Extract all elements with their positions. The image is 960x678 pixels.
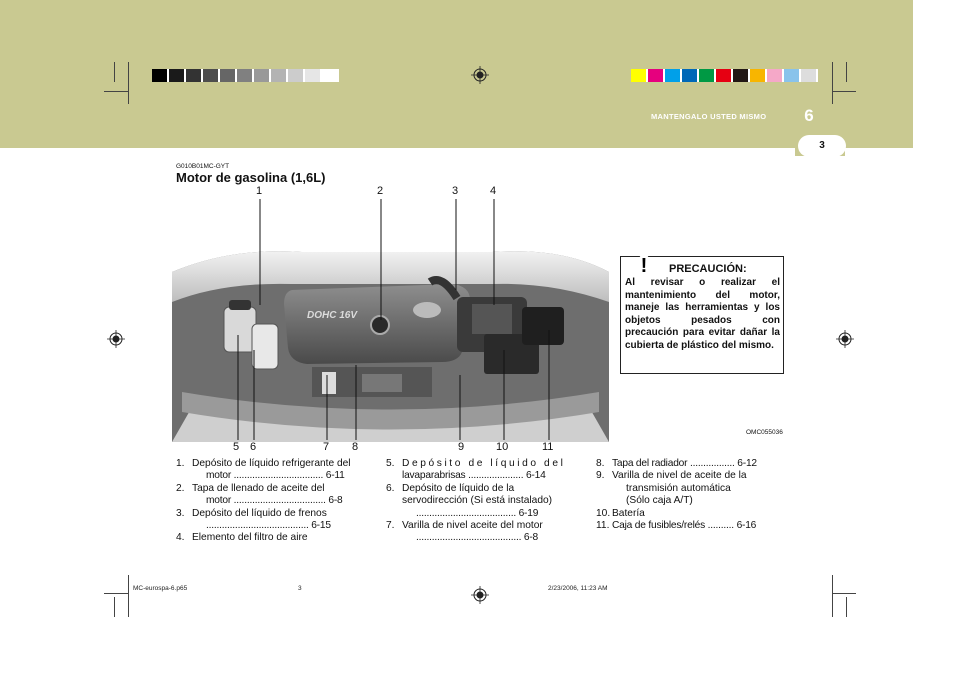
list-item: 1. Depósito de líquido refrigerante del mo… — [176, 458, 351, 482]
callout-label: 1 — [256, 185, 263, 197]
footer-filename: MC-eurospa-6.p65 — [133, 585, 188, 592]
list-item: 10. Batería — [596, 507, 645, 519]
list-item: 6. Depósito de líquido de la servodirecció… — [386, 482, 553, 507]
callout-label: 11 — [542, 441, 554, 453]
caution-title: PRECAUCIÓN: — [669, 263, 747, 275]
callout-label: 6 — [250, 441, 257, 453]
callout-label: 10 — [496, 441, 509, 453]
callout-label: 8 — [352, 441, 359, 453]
list-item: 3. Depósito del líquido de frenos........… — [176, 507, 331, 532]
callout-label: 2 — [377, 185, 384, 197]
footer-page: 3 — [298, 585, 302, 592]
svg-text:!: ! — [641, 255, 648, 277]
footer-date: 2/23/2006, 11:23 AM — [548, 585, 608, 592]
parts-list-column-1: 1. Depósito de líquido refrigerante del mo… — [176, 458, 372, 545]
image-reference: OMC055036 — [746, 429, 783, 436]
callout-label: 7 — [323, 441, 330, 453]
caution-box: ! PRECAUCIÓN: Al revisar o realizar el m… — [620, 250, 784, 374]
list-item: (Sólo caja A/T) — [626, 495, 693, 507]
callout-label: 5 — [233, 441, 240, 453]
list-item: 5. Depósito de líquido del lavaparabrisas … — [386, 458, 566, 482]
caution-text: Al revisar o realizar el mantenimiento d… — [625, 277, 780, 351]
list-item: 11. Caja de fusibles/relés .......... 6-1… — [596, 520, 757, 532]
list-item: ...................................... 6… — [416, 507, 539, 519]
callout-label: 4 — [490, 185, 497, 197]
parts-list-column-2: 5. Depósito de líquido del lavaparabrisas … — [386, 458, 578, 545]
callout-label: 9 — [458, 441, 465, 453]
list-item: 4. Elemento del filtro de aire — [176, 532, 308, 544]
list-item: 2. Tapa de llenado de aceite del motor ...… — [176, 482, 343, 507]
list-item: 8. Tapa del radiador ................. 6-… — [596, 458, 757, 469]
callout-leader-lines — [237, 199, 550, 440]
list-item: 7. Varilla de nivel aceite del motor.....… — [386, 520, 543, 544]
callout-label: 3 — [452, 185, 459, 197]
exclamation-triangle-icon: ! — [628, 250, 660, 277]
parts-list-column-3: 8. Tapa del radiador ................. 6-… — [596, 458, 786, 532]
list-item: 9. Varilla de nivel de aceite de la transm… — [596, 470, 747, 494]
